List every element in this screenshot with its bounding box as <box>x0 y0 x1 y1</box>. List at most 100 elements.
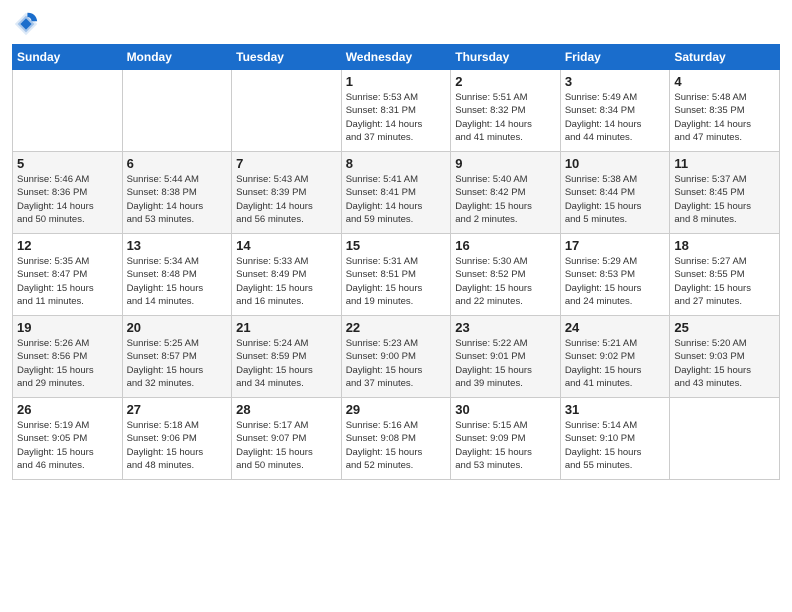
day-number: 25 <box>674 320 775 335</box>
day-cell: 28 Sunrise: 5:17 AM Sunset: 9:07 PM Dayli… <box>232 398 342 480</box>
week-row-3: 12 Sunrise: 5:35 AM Sunset: 8:47 PM Dayli… <box>13 234 780 316</box>
day-info: Sunrise: 5:25 AM Sunset: 8:57 PM Dayligh… <box>127 337 228 390</box>
day-cell <box>122 70 232 152</box>
day-number: 21 <box>236 320 337 335</box>
day-info: Sunrise: 5:37 AM Sunset: 8:45 PM Dayligh… <box>674 173 775 226</box>
day-number: 15 <box>346 238 447 253</box>
day-number: 1 <box>346 74 447 89</box>
day-cell: 12 Sunrise: 5:35 AM Sunset: 8:47 PM Dayli… <box>13 234 123 316</box>
day-cell: 18 Sunrise: 5:27 AM Sunset: 8:55 PM Dayli… <box>670 234 780 316</box>
calendar-container: SundayMondayTuesdayWednesdayThursdayFrid… <box>0 0 792 612</box>
day-number: 10 <box>565 156 666 171</box>
day-number: 28 <box>236 402 337 417</box>
day-info: Sunrise: 5:29 AM Sunset: 8:53 PM Dayligh… <box>565 255 666 308</box>
day-info: Sunrise: 5:18 AM Sunset: 9:06 PM Dayligh… <box>127 419 228 472</box>
weekday-header-wednesday: Wednesday <box>341 45 451 70</box>
logo-icon <box>12 10 40 38</box>
day-number: 6 <box>127 156 228 171</box>
week-row-2: 5 Sunrise: 5:46 AM Sunset: 8:36 PM Daylig… <box>13 152 780 234</box>
day-cell: 20 Sunrise: 5:25 AM Sunset: 8:57 PM Dayli… <box>122 316 232 398</box>
day-info: Sunrise: 5:51 AM Sunset: 8:32 PM Dayligh… <box>455 91 556 144</box>
day-info: Sunrise: 5:53 AM Sunset: 8:31 PM Dayligh… <box>346 91 447 144</box>
day-cell: 4Sunrise: 5:48 AM Sunset: 8:35 PM Daylig… <box>670 70 780 152</box>
day-number: 3 <box>565 74 666 89</box>
day-cell: 25 Sunrise: 5:20 AM Sunset: 9:03 PM Dayli… <box>670 316 780 398</box>
day-cell: 15 Sunrise: 5:31 AM Sunset: 8:51 PM Dayli… <box>341 234 451 316</box>
weekday-header-sunday: Sunday <box>13 45 123 70</box>
day-info: Sunrise: 5:20 AM Sunset: 9:03 PM Dayligh… <box>674 337 775 390</box>
day-cell <box>670 398 780 480</box>
day-info: Sunrise: 5:41 AM Sunset: 8:41 PM Dayligh… <box>346 173 447 226</box>
day-number: 27 <box>127 402 228 417</box>
day-number: 14 <box>236 238 337 253</box>
day-cell: 8 Sunrise: 5:41 AM Sunset: 8:41 PM Daylig… <box>341 152 451 234</box>
day-info: Sunrise: 5:34 AM Sunset: 8:48 PM Dayligh… <box>127 255 228 308</box>
day-info: Sunrise: 5:40 AM Sunset: 8:42 PM Dayligh… <box>455 173 556 226</box>
day-number: 2 <box>455 74 556 89</box>
day-info: Sunrise: 5:30 AM Sunset: 8:52 PM Dayligh… <box>455 255 556 308</box>
weekday-header-saturday: Saturday <box>670 45 780 70</box>
day-number: 23 <box>455 320 556 335</box>
day-cell: 9 Sunrise: 5:40 AM Sunset: 8:42 PM Daylig… <box>451 152 561 234</box>
day-number: 12 <box>17 238 118 253</box>
week-row-4: 19 Sunrise: 5:26 AM Sunset: 8:56 PM Dayli… <box>13 316 780 398</box>
day-cell: 23 Sunrise: 5:22 AM Sunset: 9:01 PM Dayli… <box>451 316 561 398</box>
day-cell: 24Sunrise: 5:21 AM Sunset: 9:02 PM Dayli… <box>560 316 670 398</box>
day-cell: 1 Sunrise: 5:53 AM Sunset: 8:31 PM Daylig… <box>341 70 451 152</box>
day-info: Sunrise: 5:48 AM Sunset: 8:35 PM Dayligh… <box>674 91 775 144</box>
logo <box>12 10 44 38</box>
weekday-header-row: SundayMondayTuesdayWednesdayThursdayFrid… <box>13 45 780 70</box>
header <box>12 10 780 38</box>
day-cell: 7 Sunrise: 5:43 AM Sunset: 8:39 PM Daylig… <box>232 152 342 234</box>
weekday-header-monday: Monday <box>122 45 232 70</box>
day-cell: 26 Sunrise: 5:19 AM Sunset: 9:05 PM Dayli… <box>13 398 123 480</box>
day-cell: 30 Sunrise: 5:15 AM Sunset: 9:09 PM Dayli… <box>451 398 561 480</box>
day-info: Sunrise: 5:35 AM Sunset: 8:47 PM Dayligh… <box>17 255 118 308</box>
day-number: 26 <box>17 402 118 417</box>
day-number: 16 <box>455 238 556 253</box>
day-info: Sunrise: 5:27 AM Sunset: 8:55 PM Dayligh… <box>674 255 775 308</box>
day-number: 13 <box>127 238 228 253</box>
day-info: Sunrise: 5:31 AM Sunset: 8:51 PM Dayligh… <box>346 255 447 308</box>
day-cell: 21 Sunrise: 5:24 AM Sunset: 8:59 PM Dayli… <box>232 316 342 398</box>
day-cell: 16 Sunrise: 5:30 AM Sunset: 8:52 PM Dayli… <box>451 234 561 316</box>
day-info: Sunrise: 5:17 AM Sunset: 9:07 PM Dayligh… <box>236 419 337 472</box>
day-info: Sunrise: 5:19 AM Sunset: 9:05 PM Dayligh… <box>17 419 118 472</box>
day-number: 17 <box>565 238 666 253</box>
weekday-header-friday: Friday <box>560 45 670 70</box>
day-cell: 3 Sunrise: 5:49 AM Sunset: 8:34 PM Daylig… <box>560 70 670 152</box>
day-number: 18 <box>674 238 775 253</box>
day-number: 5 <box>17 156 118 171</box>
day-number: 11 <box>674 156 775 171</box>
day-cell: 27 Sunrise: 5:18 AM Sunset: 9:06 PM Dayli… <box>122 398 232 480</box>
weekday-header-thursday: Thursday <box>451 45 561 70</box>
day-info: Sunrise: 5:22 AM Sunset: 9:01 PM Dayligh… <box>455 337 556 390</box>
day-cell <box>13 70 123 152</box>
day-info: Sunrise: 5:43 AM Sunset: 8:39 PM Dayligh… <box>236 173 337 226</box>
day-cell: 31Sunrise: 5:14 AM Sunset: 9:10 PM Dayli… <box>560 398 670 480</box>
day-number: 22 <box>346 320 447 335</box>
day-info: Sunrise: 5:26 AM Sunset: 8:56 PM Dayligh… <box>17 337 118 390</box>
day-number: 7 <box>236 156 337 171</box>
week-row-1: 1 Sunrise: 5:53 AM Sunset: 8:31 PM Daylig… <box>13 70 780 152</box>
day-cell: 13 Sunrise: 5:34 AM Sunset: 8:48 PM Dayli… <box>122 234 232 316</box>
day-number: 24 <box>565 320 666 335</box>
calendar-table: SundayMondayTuesdayWednesdayThursdayFrid… <box>12 44 780 480</box>
day-info: Sunrise: 5:49 AM Sunset: 8:34 PM Dayligh… <box>565 91 666 144</box>
day-number: 9 <box>455 156 556 171</box>
weekday-header-tuesday: Tuesday <box>232 45 342 70</box>
day-number: 20 <box>127 320 228 335</box>
day-number: 19 <box>17 320 118 335</box>
day-info: Sunrise: 5:16 AM Sunset: 9:08 PM Dayligh… <box>346 419 447 472</box>
day-info: Sunrise: 5:15 AM Sunset: 9:09 PM Dayligh… <box>455 419 556 472</box>
day-cell: 14Sunrise: 5:33 AM Sunset: 8:49 PM Dayli… <box>232 234 342 316</box>
day-number: 30 <box>455 402 556 417</box>
day-number: 29 <box>346 402 447 417</box>
day-cell: 5 Sunrise: 5:46 AM Sunset: 8:36 PM Daylig… <box>13 152 123 234</box>
day-info: Sunrise: 5:24 AM Sunset: 8:59 PM Dayligh… <box>236 337 337 390</box>
day-cell: 10 Sunrise: 5:38 AM Sunset: 8:44 PM Dayli… <box>560 152 670 234</box>
day-info: Sunrise: 5:46 AM Sunset: 8:36 PM Dayligh… <box>17 173 118 226</box>
day-info: Sunrise: 5:38 AM Sunset: 8:44 PM Dayligh… <box>565 173 666 226</box>
day-number: 8 <box>346 156 447 171</box>
day-cell: 29 Sunrise: 5:16 AM Sunset: 9:08 PM Dayli… <box>341 398 451 480</box>
